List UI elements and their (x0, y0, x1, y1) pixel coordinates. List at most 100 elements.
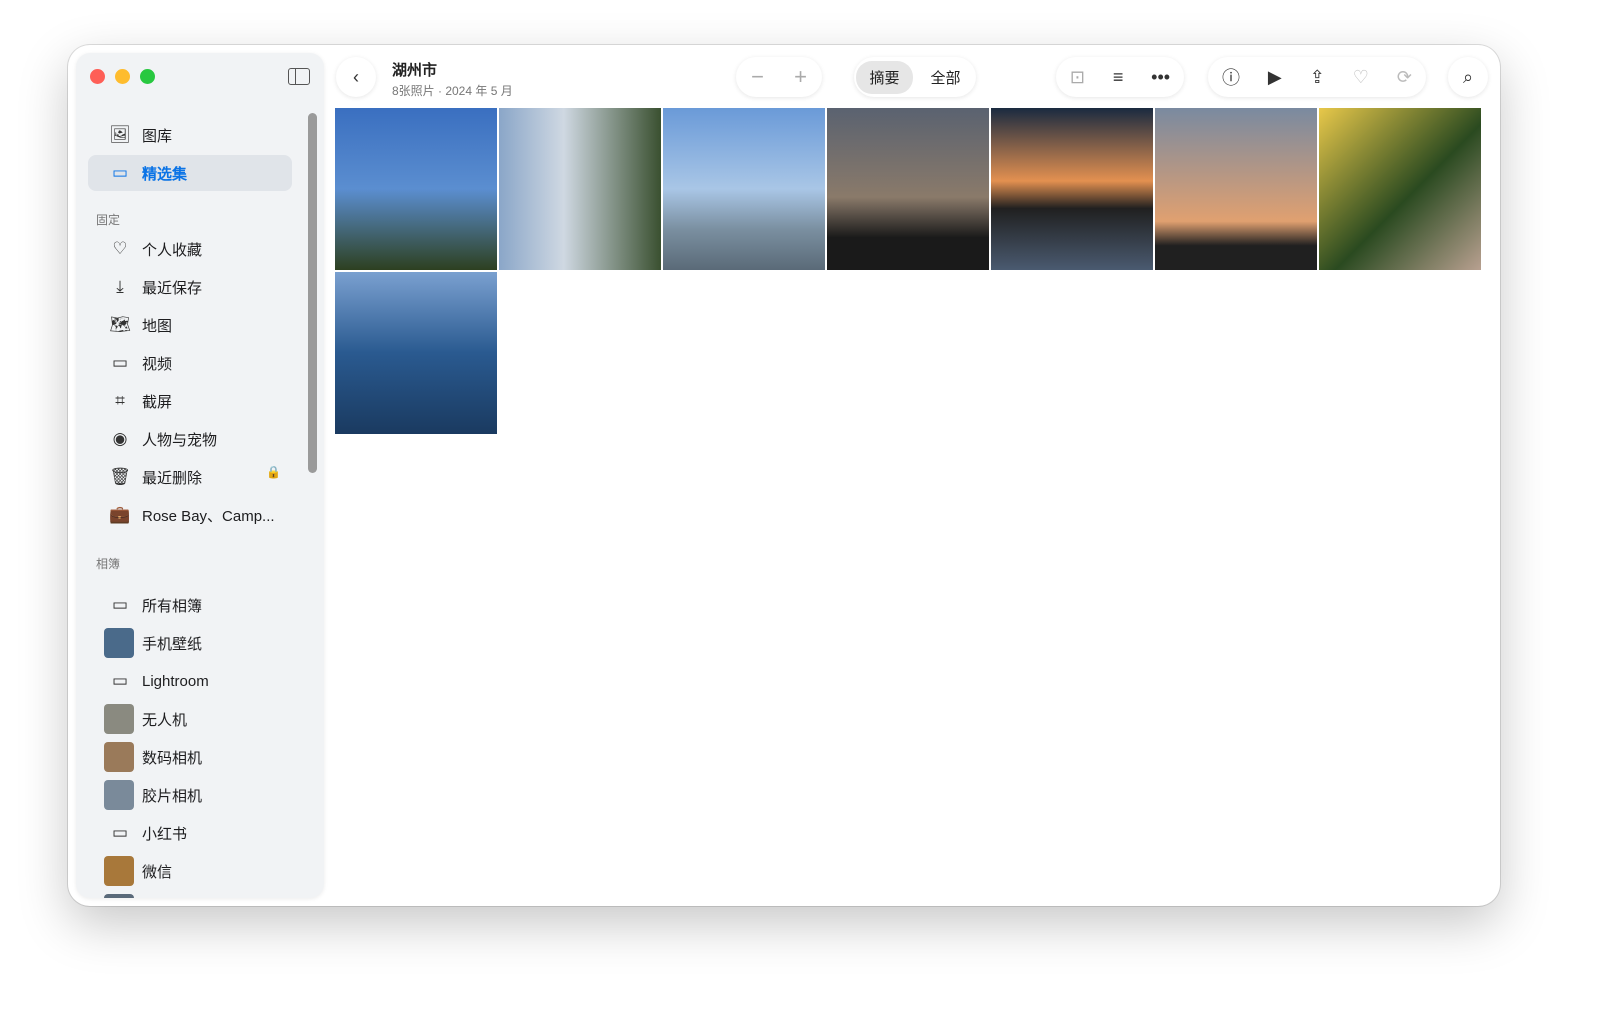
sidebar: 🖼 图库 ▭ 精选集 固定 ♡ 个人收藏 ⤓ 最近保存 🗺 地图 ▭ 视频 ⌗ 截屏 ◉ 人物与… (76, 53, 324, 898)
chevron-left-icon: ‹ (353, 66, 359, 87)
album-subtitle: 8张照片 · 2024 年 5 月 (392, 84, 513, 98)
window-controls (90, 69, 155, 84)
label: Lightroom (142, 672, 209, 690)
photo-ferris-sunset[interactable] (1155, 108, 1317, 270)
view-options: ⊡ ≡ ••• (1056, 57, 1184, 97)
photo-spinach-egg-soup[interactable] (1319, 108, 1481, 270)
sidebar-item-screenshots[interactable]: ⌗ 截屏 (88, 383, 292, 419)
label: Rose Bay、Camp... (142, 507, 275, 525)
info-icon[interactable]: ⓘ (1222, 64, 1240, 90)
sidebar-album[interactable]: ▭ Lightroom (88, 663, 292, 699)
label: 数码相机 (142, 749, 203, 767)
album-icon: ▭ (111, 823, 129, 842)
sidebar-album[interactable]: 无人机 (88, 701, 292, 737)
zoom-out-button[interactable]: − (751, 64, 764, 90)
label: 人物与宠物 (142, 431, 218, 449)
photo-tower-ferris[interactable] (499, 108, 661, 270)
album-icon: ▭ (111, 595, 129, 614)
zoom-in-button[interactable]: + (794, 64, 807, 90)
label: 最近保存 (142, 279, 203, 297)
label: 手机壁纸 (142, 635, 203, 653)
search-button[interactable]: ⌕ (1448, 57, 1488, 97)
close-button[interactable] (90, 69, 105, 84)
play-icon[interactable]: ▶ (1268, 67, 1282, 88)
photo-actions: ⓘ ▶ ⇪ ♡ ⟳ (1208, 57, 1426, 97)
albums-header: 相簿 (96, 557, 121, 571)
sidebar-album[interactable]: ▭ 所有相簿 (88, 587, 292, 623)
label: 精选集 (142, 165, 188, 183)
video-icon: ▭ (111, 353, 129, 372)
sidebar-album[interactable]: PhotonCam (88, 891, 292, 898)
download-icon: ⤓ (116, 277, 124, 296)
map-icon: 🗺 (109, 315, 131, 334)
sidebar-item-recently-deleted[interactable]: 🗑 最近删除 (88, 459, 292, 495)
photo-ferris-dusk[interactable] (827, 108, 989, 270)
photo-glass-tower[interactable] (335, 272, 497, 434)
view-segment: 摘要 全部 (854, 57, 976, 97)
album-thumbnail (104, 628, 134, 658)
sidebar-item-videos[interactable]: ▭ 视频 (88, 345, 292, 381)
sidebar-album[interactable]: 数码相机 (88, 739, 292, 775)
sidebar-item-map[interactable]: 🗺 地图 (88, 307, 292, 343)
share-icon[interactable]: ⇪ (1310, 67, 1325, 88)
heart-icon: ♡ (112, 239, 128, 258)
label: 胶片相机 (142, 787, 203, 805)
album-thumbnail (104, 856, 134, 886)
sidebar-item-trip[interactable]: 💼 Rose Bay、Camp... (88, 497, 292, 533)
sidebar-toggle-icon[interactable] (288, 68, 310, 85)
heart-icon[interactable]: ♡ (1353, 67, 1369, 88)
photo-twin-towers-river[interactable] (663, 108, 825, 270)
album-title: 湖州市 (392, 62, 438, 79)
photo-grid (335, 108, 1481, 434)
album-thumbnail (104, 780, 134, 810)
collections-icon: ▭ (111, 163, 129, 182)
sidebar-item-people[interactable]: ◉ 人物与宠物 (88, 421, 292, 457)
sidebar-item-favorites[interactable]: ♡ 个人收藏 (88, 231, 292, 267)
rotate-icon[interactable]: ⟳ (1397, 67, 1412, 88)
sidebar-scrollbar[interactable] (308, 113, 317, 473)
album-icon: ▭ (111, 671, 129, 690)
label: 图库 (142, 127, 173, 145)
album-thumbnail (104, 704, 134, 734)
zoom-controls: − + (736, 57, 822, 97)
label: 最近删除 (142, 469, 203, 487)
suitcase-icon: 💼 (109, 505, 131, 524)
label: 无人机 (142, 711, 188, 729)
back-button[interactable]: ‹ (336, 57, 376, 97)
sidebar-album[interactable]: 手机壁纸 (88, 625, 292, 661)
sidebar-item-collections[interactable]: ▭ 精选集 (88, 155, 292, 191)
label: 个人收藏 (142, 241, 203, 259)
sidebar-album[interactable]: 微信 (88, 853, 292, 889)
lock-icon: 🔒 (266, 465, 281, 479)
minimize-button[interactable] (115, 69, 130, 84)
screenshot-icon: ⌗ (115, 391, 125, 410)
photo-ferris-wheel-trees[interactable] (335, 108, 497, 270)
label: 地图 (142, 317, 173, 335)
sidebar-item-library[interactable]: 🖼 图库 (88, 117, 292, 153)
tab-summary[interactable]: 摘要 (856, 60, 913, 94)
search-icon: ⌕ (1462, 66, 1474, 87)
sidebar-album[interactable]: 胶片相机 (88, 777, 292, 813)
zoom-button[interactable] (140, 69, 155, 84)
label: 所有相簿 (142, 597, 203, 615)
label: 小红书 (142, 825, 188, 843)
photos-window: 🖼 图库 ▭ 精选集 固定 ♡ 个人收藏 ⤓ 最近保存 🗺 地图 ▭ 视频 ⌗ 截屏 ◉ 人物与… (68, 45, 1500, 906)
page-title: 湖州市 8张照片 · 2024 年 5 月 (392, 59, 513, 99)
filter-icon[interactable]: ≡ (1113, 67, 1124, 88)
more-icon[interactable]: ••• (1151, 67, 1170, 88)
photo-river-sunset[interactable] (991, 108, 1153, 270)
sidebar-item-recently-saved[interactable]: ⤓ 最近保存 (88, 269, 292, 305)
trash-icon: 🗑 (109, 467, 131, 486)
label: 截屏 (142, 393, 173, 411)
album-thumbnail (104, 894, 134, 898)
label: 视频 (142, 355, 173, 373)
pinned-header: 固定 (96, 213, 121, 227)
photo-library-icon: 🖼 (109, 125, 131, 144)
aspect-icon[interactable]: ⊡ (1070, 67, 1085, 88)
album-thumbnail (104, 742, 134, 772)
person-icon: ◉ (112, 429, 128, 448)
label: 微信 (142, 863, 173, 881)
tab-all[interactable]: 全部 (917, 61, 973, 94)
toolbar: ‹ 湖州市 8张照片 · 2024 年 5 月 − + 摘要 全部 ⊡ ≡ ••• ⓘ ▶ ⇪… (324, 45, 1500, 107)
sidebar-album[interactable]: ▭ 小红书 (88, 815, 292, 851)
